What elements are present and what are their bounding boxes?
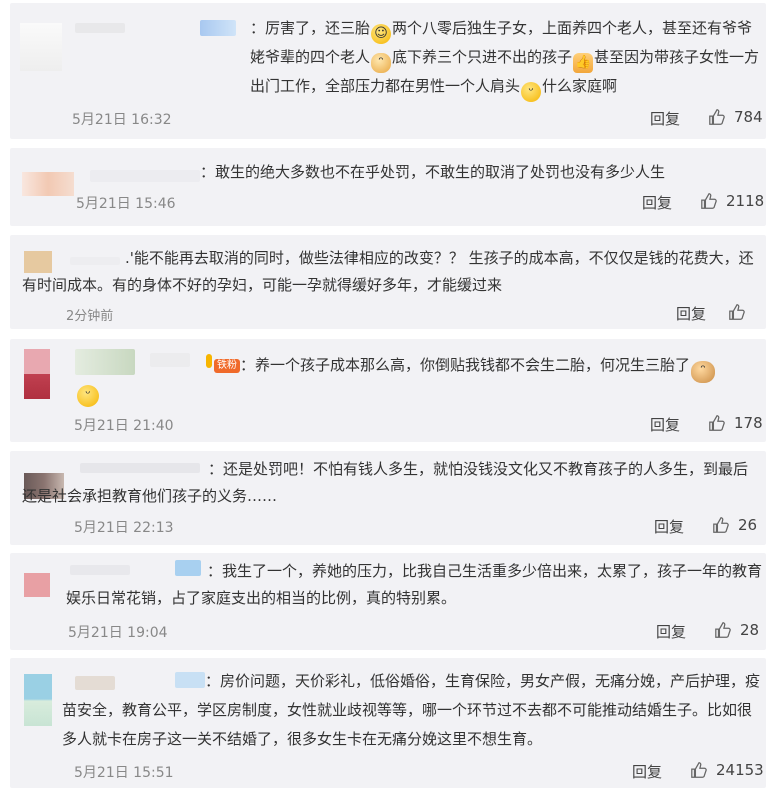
thumbs-up-icon [729,304,745,320]
thumbs-up-icon [691,762,707,778]
thumbs-up-emoji-icon: 👍 [573,53,594,73]
like-button[interactable]: 2118 [700,192,764,210]
timestamp: 5月21日 21:40 [74,418,174,434]
like-button[interactable]: 178 [708,414,763,432]
username[interactable] [150,353,190,367]
vip-icon [206,354,212,368]
username[interactable] [90,170,200,182]
reply-button[interactable]: 回复 [650,414,680,435]
like-button[interactable]: 24153 [690,761,764,779]
laugh-emoji-icon: ᵕ [521,82,542,102]
avatar[interactable] [24,349,50,399]
thumbs-up-icon [709,109,725,125]
timestamp: 5月21日 15:51 [74,765,174,781]
comment-card: ：房价问题，天价彩礼，低俗婚俗，生育保险，男女产假，无痛分娩，产后护理，疫苗安全… [10,658,766,788]
like-button[interactable]: 784 [708,108,763,126]
comment-card: ：敢生的绝大多数也不在乎处罚，不敢生的取消了处罚也没有多少人生 5月21日 15… [10,148,766,226]
cat-emoji-icon: ᵔ [691,361,716,383]
like-count: 178 [734,414,763,432]
comment-text: .'能不能再去取消的同时，做些法律相应的改变？？ 生孩子的成本高，不仅仅是钱的花… [22,249,754,294]
reply-button[interactable]: 回复 [676,303,706,324]
reply-button[interactable]: 回复 [656,621,686,642]
avatar[interactable] [22,172,74,196]
like-count: 2118 [726,192,765,210]
avatar[interactable] [24,674,52,726]
like-count: 24153 [716,761,764,779]
comment-text: 铁粉 ：养一个孩子成本那么高，你倒贴我钱都不会生二胎，何况生三胎了 ᵔ [206,352,766,383]
like-button[interactable] [728,303,754,321]
comment-card: ：还是处罚吧！不怕有钱人多生，就怕没钱没文化又不教育孩子的人多生，到最后还是社会… [10,451,766,545]
avatar[interactable] [20,23,62,71]
like-button[interactable]: 26 [712,516,757,534]
comment-text: ：房价问题，天价彩礼，低俗婚俗，生育保险，男女产假，无痛分娩，产后护理，疫苗安全… [62,672,761,748]
comment-card: 铁粉 ：养一个孩子成本那么高，你倒贴我钱都不会生二胎，何况生三胎了 ᵔ ᵕ 5月21… [10,339,766,442]
reply-button[interactable]: 回复 [650,108,680,129]
comment-card: ：我生了一个，养她的压力，比我自己生活重多少倍出来，太累了，孩子一年的教育娱乐日… [10,553,766,650]
like-count: 28 [740,621,760,639]
reply-button[interactable]: 回复 [632,761,662,782]
laugh-emoji-icon: ᵕ [77,385,99,407]
avatar[interactable] [24,573,50,597]
timestamp: 5月21日 16:32 [72,112,172,128]
fan-badge[interactable]: 铁粉 [214,359,240,373]
reply-button[interactable]: 回复 [654,516,684,537]
reply-button[interactable]: 回复 [642,192,672,213]
timestamp: 5月21日 22:13 [74,520,174,536]
like-button[interactable]: 28 [714,621,759,639]
cat-emoji-icon: ᵔ [371,53,392,73]
comment-text: ：我生了一个，养她的压力，比我自己生活重多少倍出来，太累了，孩子一年的教育娱乐日… [66,562,763,607]
like-count: 26 [738,516,758,534]
comment-text: ：敢生的绝大多数也不在乎处罚，不敢生的取消了处罚也没有多少人生 [200,163,666,181]
timestamp: 5月21日 19:04 [68,625,168,641]
username[interactable] [75,23,125,33]
thumbs-up-icon [715,622,731,638]
timestamp: 5月21日 15:46 [76,196,176,212]
comment-text: ：厉害了，还三胎 ☺ 两个八零后独生子女，上面养四个老人，甚至还有爷爷姥爷辈的四个老… [250,15,760,102]
thumbs-up-icon [713,517,729,533]
username[interactable] [75,349,135,375]
thumbs-up-icon [701,193,717,209]
comment-text: ：还是处罚吧！不怕有钱人多生，就怕没钱没文化又不教育孩子的人多生，到最后还是社会… [22,460,749,505]
smile-emoji-icon: ☺ [371,24,392,44]
like-count: 784 [734,108,763,126]
comment-card: .'能不能再去取消的同时，做些法律相应的改变？？ 生孩子的成本高，不仅仅是钱的花… [10,235,766,329]
timestamp: 2分钟前 [66,309,114,324]
username-tag[interactable] [200,20,236,36]
thumbs-up-icon [709,415,725,431]
comment-card: ：厉害了，还三胎 ☺ 两个八零后独生子女，上面养四个老人，甚至还有爷爷姥爷辈的四个老… [10,3,766,139]
